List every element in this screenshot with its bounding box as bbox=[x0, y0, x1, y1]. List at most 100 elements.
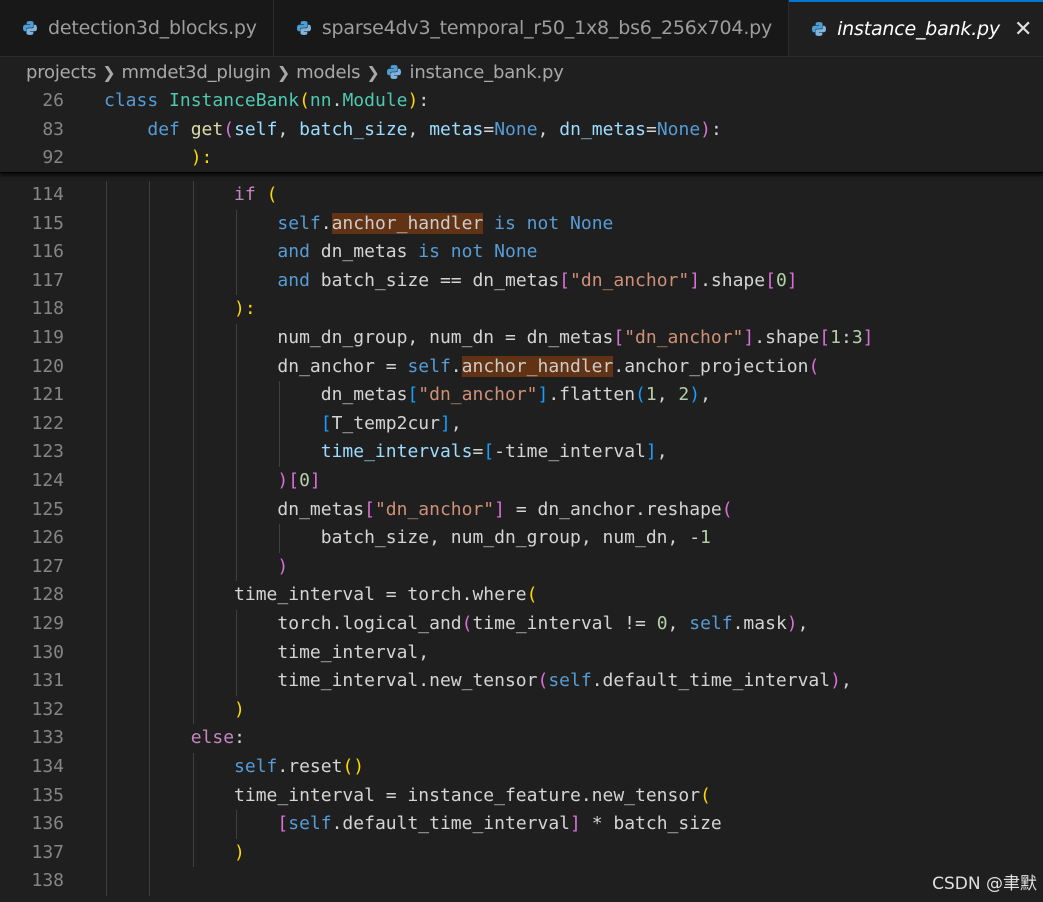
line-number: 92 bbox=[42, 147, 64, 169]
code-token: 1 bbox=[645, 384, 657, 406]
tab-instance-bank-py[interactable]: instance_bank.py ✕ bbox=[789, 0, 1043, 56]
line-number: 138 bbox=[31, 870, 64, 892]
breadcrumb-item[interactable]: mmdet3d_plugin bbox=[121, 62, 271, 83]
line-number: 125 bbox=[31, 498, 64, 520]
code-token: ] bbox=[494, 498, 505, 520]
code-token: ) bbox=[277, 470, 289, 491]
chevron-right-icon: ❯ bbox=[276, 62, 291, 82]
code-token: ( bbox=[721, 498, 733, 520]
code-token: Module bbox=[342, 90, 408, 111]
breadcrumb-item[interactable]: projects bbox=[26, 62, 96, 83]
code-text: class InstanceBank(nn.Module): bbox=[104, 87, 429, 115]
code-text: ): bbox=[104, 295, 256, 323]
code-token: .shape bbox=[754, 327, 820, 348]
code-token: time_interval, bbox=[104, 641, 430, 663]
tab-sparse4dv3-temporal-r50-1x8-bs6-256x704-py[interactable]: sparse4dv3_temporal_r50_1x8_bs6_256x704.… bbox=[274, 0, 790, 56]
code-text: num_dn_group, num_dn = dn_metas["dn_anch… bbox=[104, 324, 873, 352]
code-token: 0 bbox=[775, 269, 787, 291]
code-token: ) bbox=[234, 841, 245, 863]
line-number: 120 bbox=[31, 355, 64, 377]
code-text: def get(self, batch_size, metas=None, dn… bbox=[104, 116, 722, 144]
code-token: 0 bbox=[299, 470, 310, 491]
code-token: .shape bbox=[700, 269, 766, 291]
code-token: ) bbox=[786, 613, 798, 634]
code-token: self bbox=[689, 613, 733, 634]
code-token: torch.logical_and bbox=[104, 613, 462, 634]
sticky-scroll-header[interactable]: 26 class InstanceBank(nn.Module): 83 def g… bbox=[0, 86, 1043, 173]
code-token: = bbox=[645, 118, 657, 140]
code-token: num_dn_group, num_dn = dn_metas bbox=[104, 327, 614, 348]
code-line: 138 bbox=[0, 867, 1043, 895]
line-number: 134 bbox=[31, 756, 64, 777]
code-token: ): bbox=[234, 298, 256, 320]
code-token: , bbox=[277, 118, 300, 140]
code-text: ) bbox=[104, 553, 288, 581]
line-number: 119 bbox=[31, 327, 64, 348]
line-number: 126 bbox=[31, 527, 64, 549]
code-text: and dn_metas is not None bbox=[104, 238, 538, 266]
code-token: and bbox=[277, 241, 321, 263]
line-number: 132 bbox=[31, 698, 64, 720]
code-token: ( bbox=[266, 184, 278, 205]
indent-guide bbox=[192, 753, 194, 868]
python-file-icon bbox=[386, 65, 401, 79]
breadcrumb-item[interactable]: instance_bank.py bbox=[410, 62, 564, 83]
code-token: get bbox=[190, 118, 224, 140]
line-number: 115 bbox=[31, 212, 64, 234]
code-token: InstanceBank bbox=[169, 90, 300, 111]
line-number: 121 bbox=[31, 384, 64, 406]
code-line: 83 def get(self, batch_size, metas=None,… bbox=[0, 116, 1043, 144]
code-text: time_interval, bbox=[104, 639, 429, 667]
code-line: 135 time_interval = instance_feature.new… bbox=[0, 782, 1043, 810]
code-token: : bbox=[711, 118, 722, 140]
code-line: 92 ): bbox=[0, 144, 1043, 172]
code-text: [self.default_time_interval] * batch_siz… bbox=[104, 810, 721, 838]
code-token: = dn_anchor.reshape bbox=[505, 498, 722, 520]
code-line: 136 [self.default_time_interval] * batch… bbox=[0, 810, 1043, 838]
indent-guide bbox=[235, 610, 237, 696]
code-token: , bbox=[840, 670, 852, 692]
code-line: 114 if ( bbox=[0, 181, 1043, 209]
code-token: [ bbox=[288, 470, 300, 491]
code-token: . bbox=[450, 355, 462, 377]
code-text: torch.logical_and(time_interval != 0, se… bbox=[104, 610, 808, 638]
code-token: def bbox=[147, 118, 191, 140]
code-token: T_temp2cur bbox=[331, 412, 440, 434]
code-token: () bbox=[342, 756, 365, 777]
breadcrumb-item[interactable]: models bbox=[296, 62, 360, 83]
code-token: [ bbox=[320, 412, 332, 434]
code-token: , bbox=[537, 118, 560, 140]
code-token: , bbox=[700, 384, 711, 406]
python-file-icon bbox=[23, 21, 37, 35]
code-line: 124 )[0] bbox=[0, 467, 1043, 495]
code-line: 137 ) bbox=[0, 839, 1043, 867]
code-token: ): bbox=[190, 147, 213, 169]
code-token: "dn_anchor" bbox=[374, 498, 495, 520]
code-text: ): bbox=[104, 144, 213, 172]
code-line: 120 dn_anchor = self.anchor_handler.anch… bbox=[0, 353, 1043, 381]
code-text: time_interval.new_tensor(self.default_ti… bbox=[104, 667, 852, 695]
code-token: ( bbox=[808, 355, 820, 377]
line-number: 26 bbox=[42, 90, 64, 111]
code-text: dn_metas["dn_anchor"] = dn_anchor.reshap… bbox=[104, 496, 733, 524]
code-editor[interactable]: 26 class InstanceBank(nn.Module): 83 def g… bbox=[0, 86, 1043, 902]
line-number: 122 bbox=[31, 412, 64, 434]
tab-detection3d-blocks-py[interactable]: detection3d_blocks.py bbox=[0, 0, 274, 56]
close-icon[interactable]: ✕ bbox=[1014, 17, 1032, 42]
code-text: dn_metas["dn_anchor"].flatten(1, 2), bbox=[104, 381, 711, 409]
code-token: ) bbox=[830, 670, 841, 692]
code-token: class bbox=[104, 90, 170, 111]
line-number: 117 bbox=[31, 269, 64, 291]
code-token: is not None bbox=[418, 241, 538, 263]
line-number: 129 bbox=[31, 613, 64, 634]
code-token: .flatten bbox=[548, 384, 636, 406]
code-text: ) bbox=[104, 839, 245, 867]
code-token: 0 bbox=[656, 613, 668, 634]
code-token: = bbox=[483, 118, 495, 140]
code-token: [ bbox=[559, 269, 571, 291]
